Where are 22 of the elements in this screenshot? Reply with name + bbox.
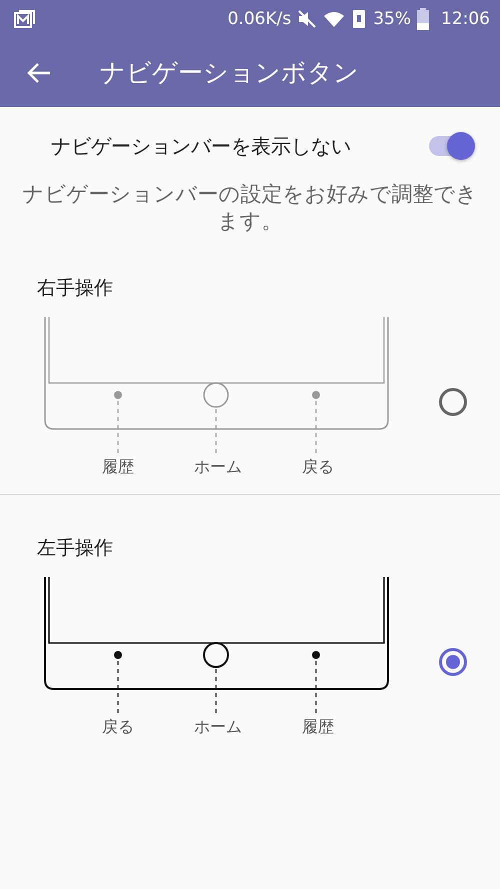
mail-notification-icon <box>14 9 36 29</box>
button-label: 戻る <box>101 717 135 738</box>
radio-button[interactable] <box>439 648 467 676</box>
battery-icon <box>417 8 429 30</box>
radio-button[interactable] <box>439 388 467 416</box>
battery-percentage: 35% <box>373 9 411 29</box>
button-label: 履歴 <box>301 717 335 738</box>
screen-title: ナビゲーションボタン <box>100 57 359 89</box>
muted-speaker-icon <box>297 10 318 28</box>
button-label: ホーム <box>193 457 243 478</box>
button-label: 履歴 <box>101 457 135 478</box>
wifi-icon <box>323 10 346 28</box>
button-label: 戻る <box>301 457 335 478</box>
clock-time: 12:06 <box>441 9 490 29</box>
button-label: ホーム <box>193 717 243 738</box>
sim-card-icon <box>351 9 368 29</box>
network-speed: 0.06K/s <box>228 9 292 29</box>
option-title: 右手操作 <box>36 276 114 301</box>
option-title: 左手操作 <box>36 536 114 561</box>
back-arrow-icon[interactable] <box>26 62 52 84</box>
description-text: ナビゲーションバーの設定をお好みで調整できます。 <box>22 181 478 235</box>
toggle-label: ナビゲーションバーを表示しない <box>51 132 351 160</box>
